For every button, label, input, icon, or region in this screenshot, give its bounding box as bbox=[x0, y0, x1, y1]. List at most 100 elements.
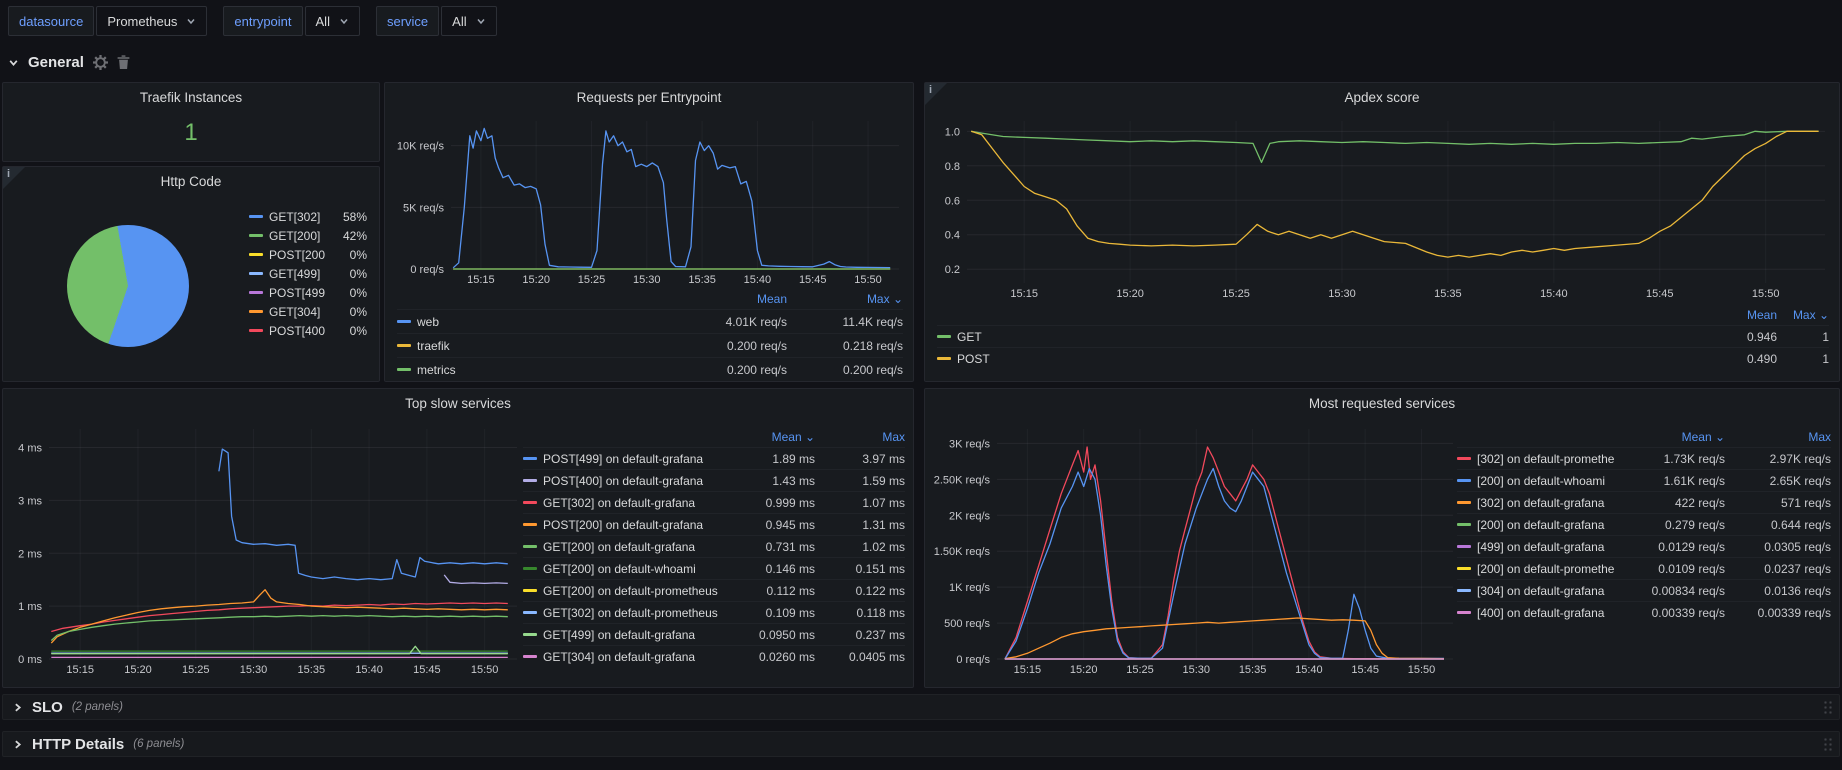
requests-chart[interactable]: 15:1515:2015:2515:3015:3515:4015:4515:50… bbox=[389, 113, 905, 287]
series-label[interactable]: [304] on default-grafana bbox=[1477, 584, 1615, 598]
series-label[interactable]: GET[200] on default-grafana bbox=[543, 540, 729, 554]
series-label[interactable]: [200] on default-whoami bbox=[1477, 474, 1615, 488]
most-requested-legend: Mean ⌄ Max [302] on default-prometheus 1… bbox=[1457, 427, 1831, 623]
row-title[interactable]: HTTP Details bbox=[32, 736, 124, 753]
series-label[interactable]: GET bbox=[957, 330, 1699, 344]
series-color-swatch bbox=[249, 215, 263, 218]
legend-sort-max[interactable]: Max ⌄ bbox=[1783, 308, 1829, 322]
most-requested-chart[interactable]: 15:1515:2015:2515:3015:3515:4015:4515:50… bbox=[929, 421, 1459, 677]
series-label[interactable]: [400] on default-grafana bbox=[1477, 606, 1615, 620]
info-icon[interactable]: i bbox=[929, 84, 932, 96]
series-label[interactable]: GET[304] bbox=[269, 305, 325, 319]
series-max: 1.31 ms bbox=[821, 518, 905, 532]
svg-text:15:50: 15:50 bbox=[1752, 288, 1780, 300]
http-code-pie-chart[interactable] bbox=[67, 225, 189, 347]
variable-dropdown[interactable]: All bbox=[305, 6, 360, 36]
series-label[interactable]: POST[200] bbox=[269, 248, 325, 262]
trash-icon[interactable] bbox=[117, 55, 130, 69]
svg-text:15:20: 15:20 bbox=[1116, 288, 1144, 300]
svg-text:15:30: 15:30 bbox=[240, 664, 268, 676]
svg-text:15:25: 15:25 bbox=[182, 664, 210, 676]
panel-requests-per-entrypoint: Requests per Entrypoint 15:1515:2015:251… bbox=[384, 82, 914, 382]
panel-title[interactable]: Traefik Instances bbox=[33, 90, 349, 105]
chevron-down-icon[interactable] bbox=[8, 57, 19, 68]
variable-label: service bbox=[376, 6, 439, 36]
series-label[interactable]: [499] on default-grafana bbox=[1477, 540, 1615, 554]
series-color-swatch bbox=[937, 335, 951, 338]
row-title[interactable]: SLO bbox=[32, 699, 63, 716]
series-max: 0.122 ms bbox=[821, 584, 905, 598]
apdex-chart[interactable]: 15:1515:2015:2515:3015:3515:4015:4515:50… bbox=[929, 113, 1831, 301]
series-label[interactable]: GET[200] on default-prometheus bbox=[543, 584, 729, 598]
legend-row: metrics 0.200 req/s 0.200 req/s bbox=[397, 357, 903, 381]
drag-handle-icon[interactable] bbox=[1823, 737, 1834, 753]
series-label[interactable]: traefik bbox=[417, 339, 671, 353]
legend-header: Mean ⌄ Max bbox=[523, 427, 905, 447]
panel-title[interactable]: Top slow services bbox=[33, 396, 883, 411]
svg-text:15:45: 15:45 bbox=[1351, 664, 1379, 676]
svg-text:15:20: 15:20 bbox=[522, 274, 550, 286]
panel-count: (6 panels) bbox=[133, 738, 184, 750]
series-color-swatch bbox=[523, 523, 537, 526]
series-color-swatch bbox=[523, 655, 537, 658]
svg-text:3K req/s: 3K req/s bbox=[949, 438, 990, 450]
series-label[interactable]: web bbox=[417, 315, 671, 329]
series-label[interactable]: GET[200] bbox=[269, 229, 325, 243]
series-label[interactable]: POST[499] bbox=[269, 286, 325, 300]
svg-text:1.50K req/s: 1.50K req/s bbox=[934, 546, 991, 558]
row-header-slo[interactable]: SLO (2 panels) bbox=[2, 694, 1840, 720]
series-label[interactable]: GET[200] on default-whoami bbox=[543, 562, 729, 576]
series-color-swatch bbox=[1457, 589, 1471, 592]
series-max: 0.00339 req/s bbox=[1731, 606, 1831, 620]
row-header-http-details[interactable]: HTTP Details (6 panels) bbox=[2, 731, 1840, 757]
series-label[interactable]: GET[499] bbox=[269, 267, 325, 281]
panel-traefik-instances: Traefik Instances 1 bbox=[2, 82, 380, 162]
series-label[interactable]: POST bbox=[957, 352, 1699, 366]
legend-sort-max[interactable]: Max bbox=[821, 430, 905, 444]
series-mean: 1.73K req/s bbox=[1621, 452, 1725, 466]
series-label[interactable]: [302] on default-grafana bbox=[1477, 496, 1615, 510]
drag-handle-icon[interactable] bbox=[1823, 700, 1834, 716]
series-label[interactable]: [200] on default-prometheus bbox=[1477, 562, 1615, 576]
legend-row: [302] on default-grafana 422 req/s 571 r… bbox=[1457, 491, 1831, 513]
panel-title[interactable]: Requests per Entrypoint bbox=[415, 90, 883, 105]
series-label[interactable]: POST[400] bbox=[269, 324, 325, 338]
legend-sort-mean[interactable]: Mean bbox=[1705, 308, 1777, 322]
series-max: 0.151 ms bbox=[821, 562, 905, 576]
series-label[interactable]: metrics bbox=[417, 363, 671, 377]
series-label[interactable]: POST[200] on default-grafana bbox=[543, 518, 729, 532]
legend-sort-mean[interactable]: Mean ⌄ bbox=[1621, 430, 1725, 444]
row-title[interactable]: General bbox=[28, 54, 84, 71]
series-label[interactable]: POST[400] on default-grafana bbox=[543, 474, 729, 488]
legend-row: POST 0.490 1 bbox=[937, 347, 1829, 369]
svg-text:15:35: 15:35 bbox=[298, 664, 326, 676]
series-label[interactable]: GET[302] on default-grafana bbox=[543, 496, 729, 510]
panel-title[interactable]: Most requested services bbox=[955, 396, 1809, 411]
legend-sort-mean[interactable]: Mean bbox=[677, 292, 787, 306]
panel-title[interactable]: Apdex score bbox=[955, 90, 1809, 105]
variable-label: entrypoint bbox=[223, 6, 302, 36]
series-max: 0.0136 req/s bbox=[1731, 584, 1831, 598]
panel-title[interactable]: Http Code bbox=[33, 174, 349, 189]
top-slow-chart[interactable]: 15:1515:2015:2515:3015:3515:4015:4515:50… bbox=[7, 421, 523, 677]
series-label[interactable]: [200] on default-grafana bbox=[1477, 518, 1615, 532]
svg-text:15:15: 15:15 bbox=[1014, 664, 1042, 676]
variable-dropdown[interactable]: All bbox=[441, 6, 496, 36]
series-color-swatch bbox=[249, 253, 263, 256]
series-color-swatch bbox=[523, 567, 537, 570]
series-label[interactable]: [302] on default-prometheus bbox=[1477, 452, 1615, 466]
series-label[interactable]: POST[499] on default-grafana bbox=[543, 452, 729, 466]
legend-sort-max[interactable]: Max bbox=[1731, 430, 1831, 444]
series-label[interactable]: GET[302] bbox=[269, 210, 325, 224]
gear-icon[interactable] bbox=[93, 55, 108, 70]
series-label[interactable]: GET[304] on default-grafana bbox=[543, 650, 729, 664]
panel-http-code: i Http Code GET[302] 58% GET[200] 42% bbox=[2, 166, 380, 382]
series-color-swatch bbox=[1457, 523, 1471, 526]
info-icon[interactable]: i bbox=[7, 168, 10, 180]
series-label[interactable]: GET[302] on default-prometheus bbox=[543, 606, 729, 620]
series-label[interactable]: GET[499] on default-grafana bbox=[543, 628, 729, 642]
legend-sort-mean[interactable]: Mean ⌄ bbox=[735, 430, 815, 444]
series-color-swatch bbox=[397, 368, 411, 371]
variable-dropdown[interactable]: Prometheus bbox=[96, 6, 207, 36]
legend-sort-max[interactable]: Max ⌄ bbox=[793, 292, 903, 306]
